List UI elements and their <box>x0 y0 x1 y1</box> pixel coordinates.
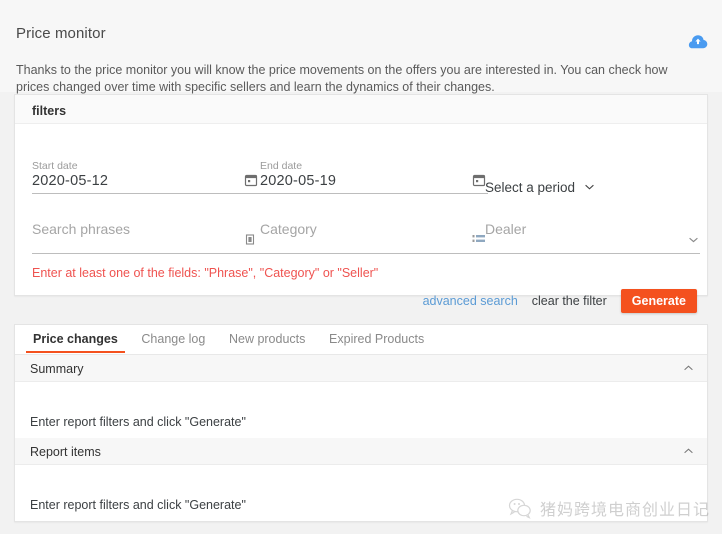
filters-card-header: filters <box>15 95 707 124</box>
start-date-underline <box>32 193 260 194</box>
search-phrases-placeholder: Search phrases <box>32 221 131 237</box>
page-intro-text: Thanks to the price monitor you will kno… <box>16 63 668 94</box>
calendar-icon[interactable] <box>244 173 258 187</box>
cloud-upload-icon[interactable] <box>688 33 708 51</box>
start-date-field[interactable]: Start date 2020-05-12 <box>32 160 260 194</box>
text-field-icon[interactable] <box>244 233 258 247</box>
tab-new-products[interactable]: New products <box>219 325 315 352</box>
results-tabs: Price changes Change log New products Ex… <box>15 325 707 355</box>
advanced-search-link[interactable]: advanced search <box>423 294 518 308</box>
watermark: 猪妈跨境电商创业日记 <box>508 496 710 520</box>
app-page: Price monitor Thanks to the price monito… <box>0 0 722 534</box>
start-date-value: 2020-05-12 <box>32 173 109 189</box>
chevron-up-icon[interactable] <box>684 365 693 371</box>
dealer-placeholder: Dealer <box>485 221 527 237</box>
chevron-up-icon[interactable] <box>684 448 693 454</box>
page-title: Price monitor <box>16 25 106 42</box>
select-period-dropdown[interactable]: Select a period <box>485 178 594 195</box>
end-date-underline <box>260 193 488 194</box>
validation-error-message: Enter at least one of the fields: "Phras… <box>32 266 379 280</box>
clear-filter-button[interactable]: clear the filter <box>532 294 607 308</box>
summary-section-header[interactable]: Summary <box>15 355 707 382</box>
summary-section-title: Summary <box>30 362 84 376</box>
end-date-label: End date <box>260 160 303 172</box>
search-phrases-underline <box>32 253 260 254</box>
watermark-text: 猪妈跨境电商创业日记 <box>539 500 710 519</box>
dealer-field[interactable]: Dealer <box>485 220 700 254</box>
category-placeholder: Category <box>260 221 317 237</box>
filters-card: filters Start date 2020-05-12 End date 2… <box>14 94 708 313</box>
dealer-underline <box>485 253 700 254</box>
filters-title: filters <box>32 104 67 118</box>
tab-price-changes[interactable]: Price changes <box>23 325 128 353</box>
report-items-empty-text: Enter report filters and click "Generate… <box>30 498 246 512</box>
calendar-icon[interactable] <box>472 173 486 187</box>
results-card: Price changes Change log New products Ex… <box>14 324 708 522</box>
filters-card-body: Start date 2020-05-12 End date 2020-05-1… <box>15 124 707 313</box>
list-icon[interactable] <box>472 233 486 247</box>
filter-actions: advanced search clear the filter Generat… <box>423 289 697 313</box>
page-header: Price monitor Thanks to the price monito… <box>0 0 722 94</box>
report-items-section-title: Report items <box>30 445 101 459</box>
tab-change-log[interactable]: Change log <box>131 325 215 352</box>
tab-expired-products[interactable]: Expired Products <box>319 325 434 352</box>
chevron-down-icon[interactable] <box>689 237 698 245</box>
category-underline <box>260 253 488 254</box>
summary-empty-text: Enter report filters and click "Generate… <box>30 415 246 429</box>
end-date-value: 2020-05-19 <box>260 173 337 189</box>
select-period-label: Select a period <box>485 180 576 195</box>
report-items-section-header[interactable]: Report items <box>15 438 707 465</box>
summary-section-body: Enter report filters and click "Generate… <box>15 382 707 438</box>
end-date-field[interactable]: End date 2020-05-19 <box>260 160 488 194</box>
chevron-down-icon <box>585 178 594 193</box>
generate-button[interactable]: Generate <box>620 289 697 313</box>
start-date-label: Start date <box>32 160 78 172</box>
search-phrases-field[interactable]: Search phrases <box>32 220 260 254</box>
category-field[interactable]: Category <box>260 220 488 254</box>
wechat-icon <box>508 497 532 519</box>
